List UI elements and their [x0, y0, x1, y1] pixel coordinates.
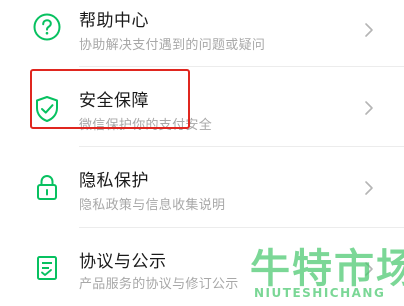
chevron-right-icon [364, 22, 374, 38]
menu-item-title: 协议与公示 [79, 252, 167, 272]
highlight-annotation-box [30, 69, 190, 129]
lock-icon [32, 172, 62, 202]
watermark-logo: 牛特市场 NIUTESHICHANG [244, 236, 404, 306]
menu-item-help-center[interactable]: 帮助中心 协助解决支付遇到的问题或疑问 [0, 0, 404, 66]
document-icon [32, 253, 62, 283]
divider [79, 66, 404, 67]
question-circle-icon [32, 12, 62, 42]
divider [79, 227, 404, 228]
divider [79, 146, 404, 147]
menu-item-subtitle: 隐私政策与信息收集说明 [79, 198, 226, 213]
chevron-right-icon [364, 100, 374, 116]
watermark-subtext: NIUTESHICHANG [254, 286, 386, 300]
menu-item-subtitle: 协助解决支付遇到的问题或疑问 [79, 38, 266, 53]
menu-item-privacy[interactable]: 隐私保护 隐私政策与信息收集说明 [0, 152, 404, 224]
menu-item-title: 帮助中心 [79, 11, 149, 31]
menu-item-subtitle: 产品服务的协议与修订公示 [79, 277, 239, 292]
menu-item-title: 隐私保护 [79, 171, 149, 191]
chevron-right-icon [364, 180, 374, 196]
